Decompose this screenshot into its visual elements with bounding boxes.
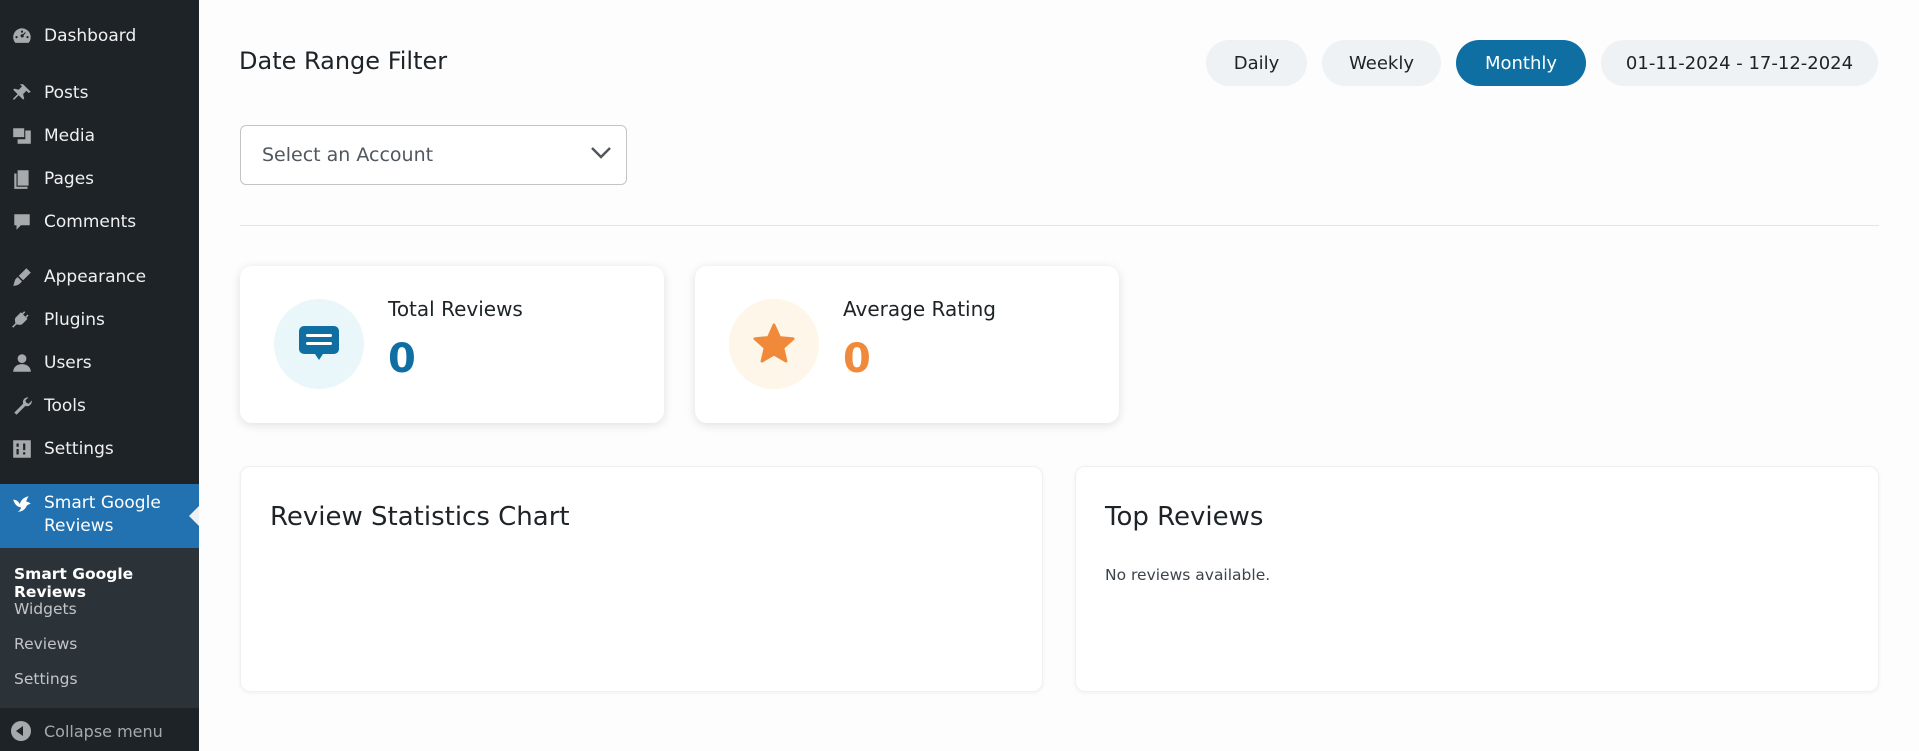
main-content: Date Range Filter Daily Weekly Monthly 0…: [199, 0, 1919, 751]
date-range-picker[interactable]: 01-11-2024 - 17-12-2024: [1601, 40, 1878, 86]
sidebar-item-label: Smart Google: [44, 493, 161, 513]
comment-icon: [10, 210, 34, 234]
total-reviews-value: 0: [388, 336, 416, 382]
star-icon: [729, 299, 819, 389]
sidebar-item-comments[interactable]: Comments: [0, 204, 199, 240]
sidebar-item-smart-google-reviews[interactable]: Smart Google Reviews: [0, 484, 199, 548]
top-reviews-panel: Top Reviews No reviews available.: [1075, 466, 1879, 692]
current-menu-arrow: [189, 506, 199, 526]
filter-weekly-button[interactable]: Weekly: [1322, 40, 1441, 86]
admin-sidebar: Dashboard Posts Media Pages Comments App…: [0, 0, 199, 751]
submenu-item-widgets[interactable]: Widgets: [14, 600, 77, 618]
total-reviews-label: Total Reviews: [388, 297, 523, 321]
average-rating-label: Average Rating: [843, 297, 996, 321]
total-reviews-card: Total Reviews 0: [240, 266, 664, 423]
sidebar-item-media[interactable]: Media: [0, 118, 199, 154]
sidebar-item-label: Comments: [44, 212, 137, 232]
plug-icon: [10, 308, 34, 332]
divider: [240, 225, 1879, 226]
sidebar-item-dashboard[interactable]: Dashboard: [0, 18, 199, 54]
collapse-arrow-icon: [11, 721, 31, 741]
pin-icon: [10, 81, 34, 105]
sidebar-item-appearance[interactable]: Appearance: [0, 259, 199, 295]
page-title: Date Range Filter: [239, 47, 448, 75]
account-select-placeholder: Select an Account: [262, 144, 434, 166]
filter-monthly-button[interactable]: Monthly: [1456, 40, 1586, 86]
sidebar-item-label: Reviews: [44, 516, 114, 536]
sidebar-item-pages[interactable]: Pages: [0, 161, 199, 197]
collapse-menu-button[interactable]: Collapse menu: [0, 716, 199, 746]
review-statistics-chart-panel: Review Statistics Chart: [240, 466, 1043, 692]
chat-bubble-icon: [274, 299, 364, 389]
chevron-down-icon: [591, 147, 611, 159]
average-rating-card: Average Rating 0: [695, 266, 1119, 423]
submenu: Smart Google Reviews Widgets Reviews Set…: [0, 548, 199, 708]
sidebar-item-label: Appearance: [44, 267, 147, 287]
average-rating-value: 0: [843, 336, 871, 382]
sidebar-item-label: Dashboard: [44, 26, 137, 46]
sidebar-item-label: Settings: [44, 439, 114, 459]
sidebar-item-label: Posts: [44, 83, 89, 103]
collapse-menu-label: Collapse menu: [44, 721, 163, 741]
account-select[interactable]: Select an Account: [240, 125, 627, 185]
sidebar-item-tools[interactable]: Tools: [0, 388, 199, 424]
user-icon: [10, 351, 34, 375]
submenu-item-smart-google-reviews[interactable]: Smart Google Reviews: [14, 565, 199, 601]
chart-panel-title: Review Statistics Chart: [270, 502, 570, 532]
filter-daily-button[interactable]: Daily: [1206, 40, 1307, 86]
sidebar-item-plugins[interactable]: Plugins: [0, 302, 199, 338]
sidebar-item-users[interactable]: Users: [0, 345, 199, 381]
sidebar-item-label: Pages: [44, 169, 95, 189]
wrench-icon: [10, 394, 34, 418]
submenu-item-reviews[interactable]: Reviews: [14, 635, 77, 653]
brush-icon: [10, 265, 34, 289]
dashboard-icon: [10, 24, 34, 48]
top-reviews-title: Top Reviews: [1105, 502, 1264, 532]
sidebar-item-label: Plugins: [44, 310, 105, 330]
top-reviews-empty-message: No reviews available.: [1105, 566, 1271, 584]
sidebar-item-label: Tools: [44, 396, 86, 416]
settings-icon: [10, 437, 34, 461]
sidebar-item-posts[interactable]: Posts: [0, 75, 199, 111]
submenu-item-settings[interactable]: Settings: [14, 670, 78, 688]
sidebar-item-label: Users: [44, 353, 92, 373]
sidebar-item-settings[interactable]: Settings: [0, 431, 199, 467]
sidebar-item-label: Media: [44, 126, 96, 146]
pages-icon: [10, 167, 34, 191]
media-icon: [10, 124, 34, 148]
bird-icon: [10, 492, 34, 516]
